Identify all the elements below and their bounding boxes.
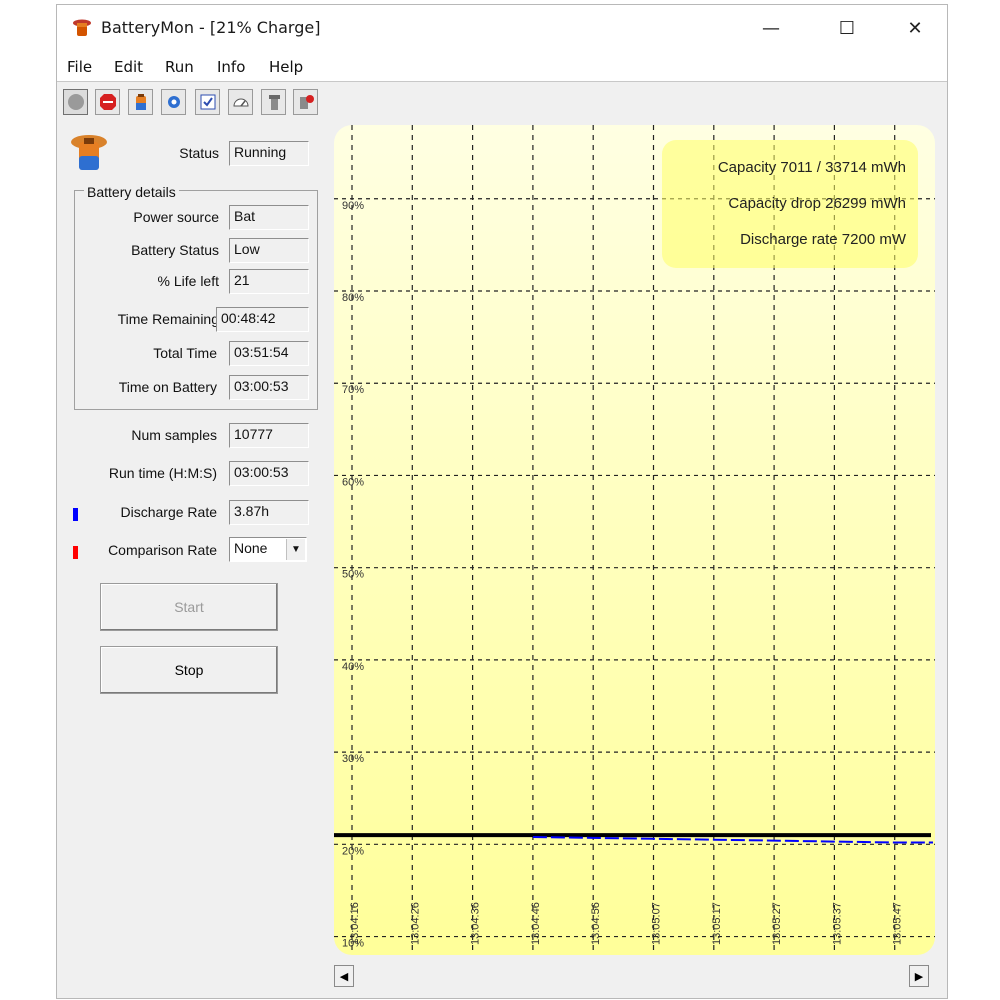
battery-status-label: Battery Status bbox=[131, 242, 219, 258]
power-source-label: Power source bbox=[133, 209, 219, 225]
x-tick-label: 13:04:36 bbox=[470, 902, 482, 945]
comparison-rate-label: Comparison Rate bbox=[108, 542, 217, 558]
window-title: BatteryMon - [21% Charge] bbox=[101, 18, 321, 37]
y-tick-label: 90% bbox=[342, 200, 364, 212]
y-tick-label: 20% bbox=[342, 845, 364, 857]
menu-bar: File Edit Run Info Help bbox=[57, 51, 947, 82]
battery-details-title: Battery details bbox=[84, 184, 179, 200]
chart-info-text: Discharge rate 7200 mW bbox=[740, 231, 907, 248]
start-button[interactable]: Start bbox=[100, 583, 278, 631]
time-on-battery-label: Time on Battery bbox=[118, 379, 217, 395]
settings-toolbar-button[interactable] bbox=[161, 89, 186, 115]
app-icon bbox=[73, 19, 91, 36]
menu-run[interactable]: Run bbox=[165, 58, 194, 76]
comparison-rate-select[interactable]: None ▼ bbox=[229, 537, 307, 562]
battery-status-field: Low bbox=[229, 238, 309, 263]
life-left-field: 21 bbox=[229, 269, 309, 294]
status-field: Running bbox=[229, 141, 309, 166]
arrow-right-icon: ▶ bbox=[914, 970, 924, 983]
y-tick-label: 80% bbox=[342, 292, 364, 304]
status-label: Status bbox=[179, 145, 219, 161]
x-tick-label: 13:05:17 bbox=[711, 902, 723, 945]
x-tick-label: 13:04:16 bbox=[349, 902, 361, 945]
battery-toolbar-button[interactable] bbox=[128, 89, 153, 115]
chart-info-text: Capacity 7011 / 33714 mWh bbox=[718, 159, 906, 176]
time-remaining-field: 00:48:42 bbox=[216, 307, 309, 332]
menu-info[interactable]: Info bbox=[217, 58, 245, 76]
horizontal-scrollbar[interactable]: ◀ ▶ bbox=[334, 963, 940, 991]
time-remaining-label: Time Remaining bbox=[117, 311, 219, 327]
y-tick-label: 60% bbox=[342, 476, 364, 488]
battery-chart: 90%80%70%60%50%40%30%20%10%13:04:16 13:04… bbox=[334, 125, 935, 955]
info-icon bbox=[299, 95, 314, 109]
x-tick-label: 13:05:47 bbox=[892, 902, 904, 945]
record-icon bbox=[67, 94, 84, 110]
close-button[interactable]: ✕ bbox=[885, 5, 945, 51]
battery-icon bbox=[135, 94, 146, 110]
y-tick-label: 70% bbox=[342, 384, 364, 396]
battery-logo-icon bbox=[71, 135, 107, 170]
x-tick-label: 13:04:56 bbox=[590, 902, 602, 945]
menu-help[interactable]: Help bbox=[269, 58, 303, 76]
y-tick-label: 30% bbox=[342, 753, 364, 765]
checklist-toolbar-button[interactable] bbox=[195, 89, 220, 115]
info-toolbar-button[interactable] bbox=[293, 89, 318, 115]
discharge-rate-label: Discharge Rate bbox=[120, 504, 218, 520]
toolbar bbox=[57, 83, 947, 123]
menu-edit[interactable]: Edit bbox=[114, 58, 143, 76]
discharge-rate-color-marker bbox=[73, 508, 78, 521]
x-tick-label: 13:05:27 bbox=[771, 902, 783, 945]
discharge-rate-field: 3.87h bbox=[229, 500, 309, 525]
life-left-label: % Life left bbox=[157, 273, 219, 289]
record-button[interactable] bbox=[63, 89, 88, 115]
scroll-left-button[interactable]: ◀ bbox=[334, 965, 354, 987]
stop-toolbar-button[interactable] bbox=[95, 89, 120, 115]
minimize-button[interactable]: — bbox=[741, 5, 801, 51]
time-on-battery-field: 03:00:53 bbox=[229, 375, 309, 400]
settings-icon bbox=[167, 96, 180, 108]
power-source-field: Bat bbox=[229, 205, 309, 230]
x-tick-label: 13:04:46 bbox=[530, 902, 542, 945]
stop-button[interactable]: Stop bbox=[100, 646, 278, 694]
y-tick-label: 40% bbox=[342, 661, 364, 673]
tool-toolbar-button[interactable] bbox=[261, 89, 286, 115]
arrow-left-icon: ◀ bbox=[339, 970, 349, 983]
scroll-right-button[interactable]: ▶ bbox=[909, 965, 929, 987]
y-tick-label: 50% bbox=[342, 569, 364, 581]
gauge-toolbar-button[interactable] bbox=[228, 89, 253, 115]
total-time-field: 03:51:54 bbox=[229, 341, 309, 366]
tool-icon bbox=[268, 95, 280, 110]
num-samples-field: 10777 bbox=[229, 423, 309, 448]
run-time-field: 03:00:53 bbox=[229, 461, 309, 486]
total-time-label: Total Time bbox=[153, 345, 217, 361]
comparison-rate-color-marker bbox=[73, 546, 78, 559]
run-time-label: Run time (H:M:S) bbox=[108, 465, 217, 481]
chevron-down-icon[interactable]: ▼ bbox=[286, 539, 305, 560]
checklist-icon bbox=[200, 94, 215, 110]
maximize-button[interactable]: ☐ bbox=[817, 5, 877, 51]
gauge-icon bbox=[232, 98, 249, 107]
chart-info-text: Capacity drop 26299 mWh bbox=[728, 195, 906, 212]
x-tick-label: 13:05:07 bbox=[651, 902, 663, 945]
app-window: BatteryMon - [21% Charge] — ☐ ✕ File Edi… bbox=[56, 4, 948, 999]
stop-icon bbox=[99, 94, 116, 110]
title-bar[interactable]: BatteryMon - [21% Charge] — ☐ ✕ bbox=[57, 5, 947, 51]
menu-file[interactable]: File bbox=[67, 58, 92, 76]
num-samples-label: Num samples bbox=[131, 427, 217, 443]
comparison-rate-value: None bbox=[234, 540, 268, 556]
x-tick-label: 13:05:37 bbox=[831, 902, 843, 945]
x-tick-label: 13:04:26 bbox=[409, 902, 421, 945]
